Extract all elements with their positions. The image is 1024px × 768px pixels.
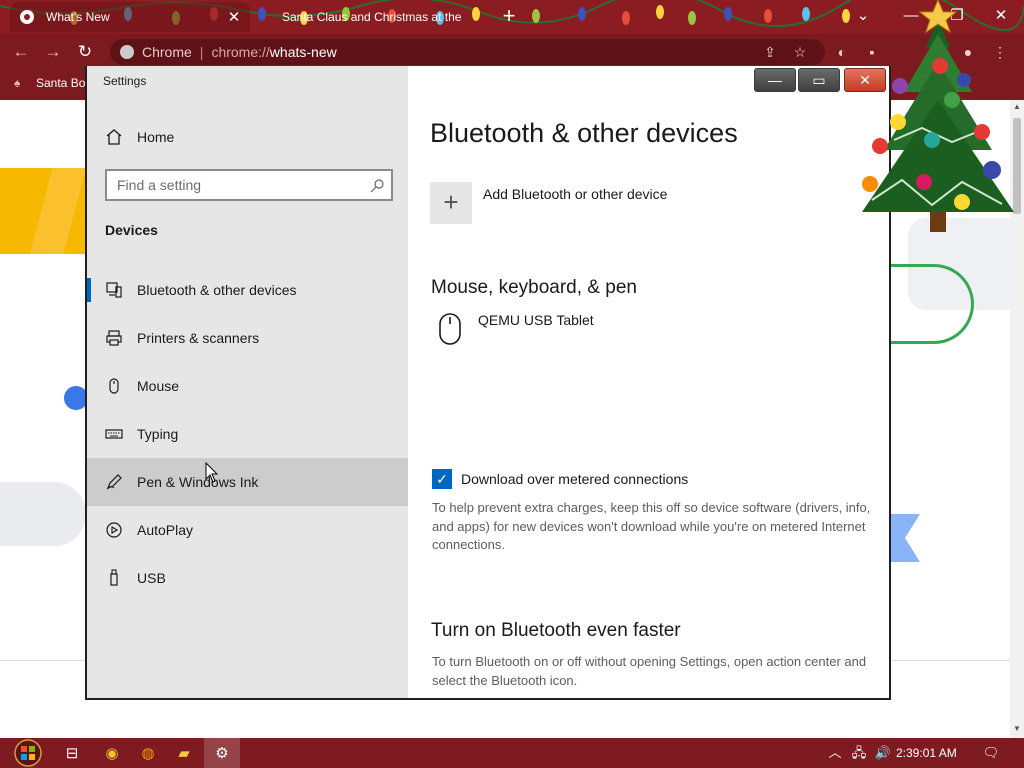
settings-minimize-button[interactable]: — (754, 68, 796, 92)
site-info-icon[interactable] (120, 45, 134, 59)
settings-window: Settings Home Find a setting Devices Blu… (85, 66, 891, 700)
back-arrow-icon[interactable]: ← (8, 40, 34, 64)
settings-taskbar-icon[interactable]: ⚙ (204, 738, 240, 768)
omnibox-url-scheme: chrome:// (211, 44, 270, 60)
autoplay-icon (106, 522, 122, 538)
omnibox-separator: | (199, 44, 204, 60)
mouse-icon (109, 378, 119, 394)
chrome-taskbar-icon[interactable]: ◉ (94, 738, 130, 768)
volume-icon[interactable]: 🔊 (872, 738, 894, 768)
forward-arrow-icon[interactable]: → (40, 40, 66, 64)
settings-sidebar: Settings Home Find a setting Devices Blu… (87, 66, 408, 698)
omnibox-url-host: whats-new (269, 44, 337, 60)
reload-icon[interactable]: ↻ (72, 40, 98, 64)
bluetooth-devices-icon (106, 282, 122, 298)
sidebar-item-typing[interactable]: Typing (87, 410, 408, 458)
home-link[interactable]: Home (105, 128, 174, 146)
decorative-shape (890, 514, 920, 562)
page-title: Bluetooth & other devices (430, 118, 738, 148)
group-title-devices: Devices (105, 222, 158, 238)
sidebar-item-autoplay[interactable]: AutoPlay (87, 506, 408, 554)
home-icon (106, 129, 122, 145)
decorative-shape (0, 482, 86, 546)
bookmark-item[interactable]: ♠ Santa Bo (14, 76, 85, 90)
settings-content: — ▭ ✕ Bluetooth & other devices + Add Bl… (408, 66, 889, 698)
sidebar-item-label: Pen & Windows Ink (137, 474, 259, 490)
add-device-label[interactable]: Add Bluetooth or other device (483, 186, 667, 202)
chrome-favicon-icon (20, 10, 34, 24)
tab-title: Santa Claus and Christmas at the (282, 10, 462, 24)
tab-santa-claus[interactable]: Santa Claus and Christmas at the (256, 2, 488, 32)
usb-icon (110, 569, 118, 586)
new-tab-button[interactable]: + (497, 5, 521, 29)
tab-title: What's New (46, 10, 110, 24)
sidebar-item-pen[interactable]: Pen & Windows Ink (87, 458, 408, 506)
printer-icon (106, 330, 122, 346)
sidebar-item-label: Mouse (137, 378, 180, 394)
keyboard-icon (105, 429, 123, 439)
sidebar-item-label: Printers & scanners (137, 330, 260, 346)
notifications-icon[interactable]: 🗨 (978, 738, 1004, 768)
selection-indicator (87, 278, 91, 302)
window-title: Settings (103, 74, 147, 88)
omnibox-site-label: Chrome (142, 44, 192, 60)
start-button-icon[interactable] (8, 738, 48, 768)
address-bar[interactable]: Chrome | chrome:// whats-new (110, 39, 825, 65)
sidebar-item-printers[interactable]: Printers & scanners (87, 314, 408, 362)
metered-checkbox-label[interactable]: Download over metered connections (461, 471, 688, 487)
sidebar-item-mouse[interactable]: Mouse (87, 362, 408, 410)
add-device-button[interactable]: + (430, 182, 472, 224)
sidebar-item-label: AutoPlay (137, 522, 194, 538)
scroll-down-icon[interactable]: ▼ (1010, 722, 1024, 736)
device-name[interactable]: QEMU USB Tablet (478, 312, 594, 328)
tab-close-icon[interactable]: ✕ (224, 8, 244, 26)
sidebar-item-label: Bluetooth & other devices (137, 282, 297, 298)
home-label: Home (137, 129, 175, 145)
taskbar-clock[interactable]: 2:39:01 AM (896, 738, 957, 768)
bookmark-label: Santa Bo (36, 76, 86, 90)
mouse-cursor-icon (205, 462, 219, 483)
tab-whats-new[interactable]: What's New ✕ (10, 2, 250, 32)
metered-checkbox[interactable]: ✓ (432, 469, 452, 489)
section-title-bluetooth-faster: Turn on Bluetooth even faster (431, 620, 681, 641)
sidebar-item-usb[interactable]: USB (87, 554, 408, 602)
metered-help-text: To help prevent extra charges, keep this… (432, 500, 871, 552)
sidebar-item-label: USB (137, 570, 166, 586)
firefox-taskbar-icon[interactable]: ◍ (130, 738, 166, 768)
santa-bookmark-icon: ♠ (14, 76, 21, 90)
task-view-icon[interactable]: ⊟ (54, 738, 90, 768)
tray-chevron-icon[interactable]: ︿ (826, 738, 844, 768)
sidebar-item-bluetooth[interactable]: Bluetooth & other devices (87, 266, 408, 314)
windows-taskbar: ⊟ ◉ ◍ ▰ ⚙ ︿ 🖧 🔊 2:39:01 AM 🗨 (0, 738, 1024, 768)
network-icon[interactable]: 🖧 (848, 738, 870, 768)
search-icon (370, 179, 384, 193)
decorative-shape (890, 264, 974, 344)
settings-maximize-button[interactable]: ▭ (798, 68, 840, 92)
share-icon[interactable]: ⇪ (760, 42, 780, 62)
bookmark-star-icon[interactable]: ☆ (790, 42, 810, 62)
file-explorer-icon[interactable]: ▰ (166, 738, 202, 768)
pen-icon (106, 474, 122, 490)
mouse-device-icon (439, 313, 461, 345)
christmas-tree-decoration (862, 0, 1014, 232)
section-title-input-devices: Mouse, keyboard, & pen (431, 277, 637, 298)
sidebar-item-label: Typing (137, 426, 179, 442)
bluetooth-faster-help-text: To turn Bluetooth on or off without open… (432, 654, 867, 688)
search-placeholder: Find a setting (117, 177, 202, 193)
search-input[interactable]: Find a setting (105, 169, 393, 201)
